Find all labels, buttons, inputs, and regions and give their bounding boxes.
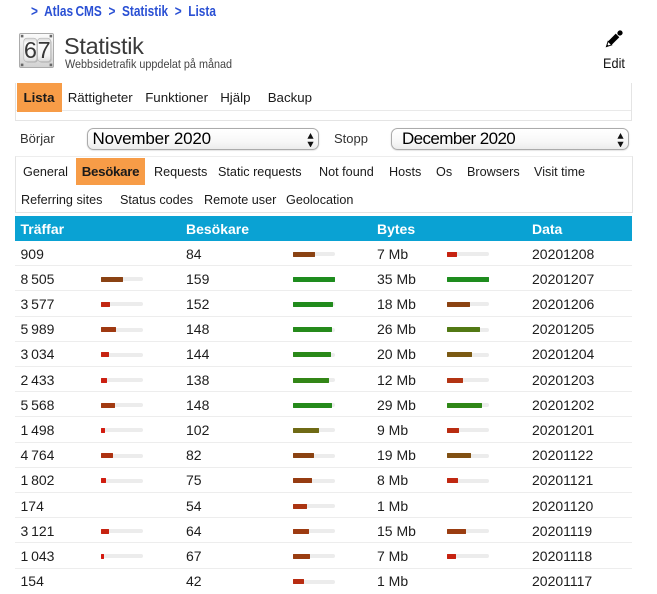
svg-text:7: 7	[38, 37, 51, 63]
svg-text:6: 6	[24, 37, 37, 63]
